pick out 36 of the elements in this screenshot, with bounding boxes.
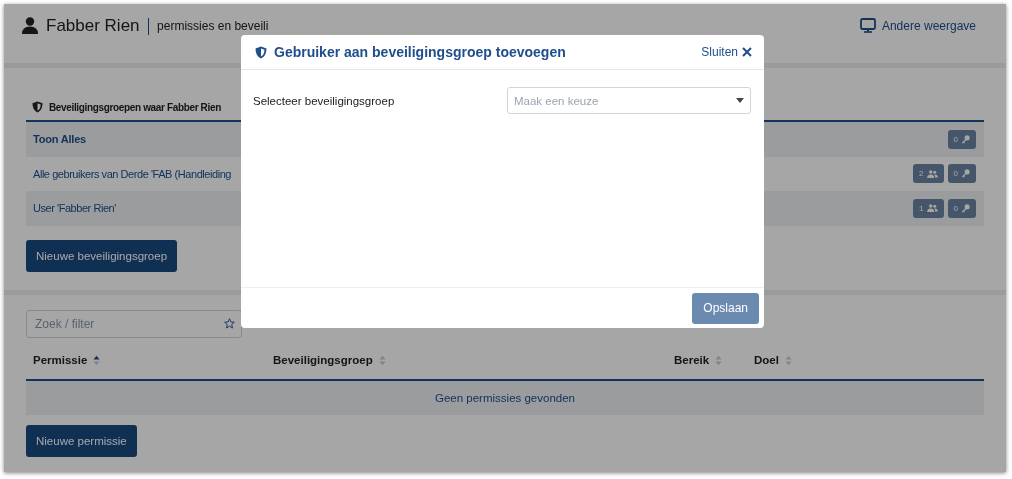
close-icon xyxy=(742,47,752,57)
view-switch-link[interactable]: Andere weergave xyxy=(859,18,976,33)
key-icon xyxy=(961,169,970,179)
column-header[interactable]: Beveiligingsgroep xyxy=(273,354,386,366)
count-badge: 1 xyxy=(913,198,944,218)
count-badge: 2 xyxy=(913,164,944,184)
star-icon xyxy=(224,318,235,329)
shield-icon xyxy=(255,45,267,59)
group-name[interactable]: User 'Fabber Rien' xyxy=(33,202,116,215)
column-header[interactable]: Bereik xyxy=(674,354,723,366)
page-subtitle: permissies en beveili xyxy=(157,20,269,33)
count-badge: 0 xyxy=(947,198,976,218)
person-icon xyxy=(22,17,38,34)
user-name: Fabber Rien xyxy=(46,16,140,36)
group-name[interactable]: Toon Alles xyxy=(33,133,86,146)
new-group-button[interactable]: Nieuwe beveiligingsgroep xyxy=(26,239,178,272)
dialog-title: Gebruiker aan beveiligingsgroep toevoegen xyxy=(274,44,566,60)
field-label: Selecteer beveiligingsgroep xyxy=(253,95,396,107)
key-icon xyxy=(961,203,970,213)
close-button[interactable]: Sluiten xyxy=(701,45,752,59)
group-name[interactable]: Alle gebruikers van Derde 'FAB (Handleiding xyxy=(33,167,231,180)
new-permission-button[interactable]: Nieuwe permissie xyxy=(26,425,137,457)
count-badge: 0 xyxy=(947,129,976,149)
users-icon xyxy=(926,204,938,213)
count-badge: 0 xyxy=(947,164,976,184)
column-header[interactable]: Doel xyxy=(754,354,792,366)
key-icon xyxy=(961,134,970,144)
search-field[interactable]: Zoek / filter xyxy=(26,310,242,338)
monitor-icon xyxy=(859,18,876,33)
column-header[interactable]: Permissie xyxy=(33,354,101,366)
shield-icon xyxy=(32,101,43,113)
empty-message: Geen permissies gevonden xyxy=(26,381,984,415)
caret-icon xyxy=(736,98,744,103)
section-heading: Beveiligingsgroepen waar Fabber Rien xyxy=(49,101,221,113)
users-icon xyxy=(926,169,938,178)
group-row[interactable]: Alle gebruikers van Derde 'FAB (Handleiding 2 0 xyxy=(26,156,984,191)
